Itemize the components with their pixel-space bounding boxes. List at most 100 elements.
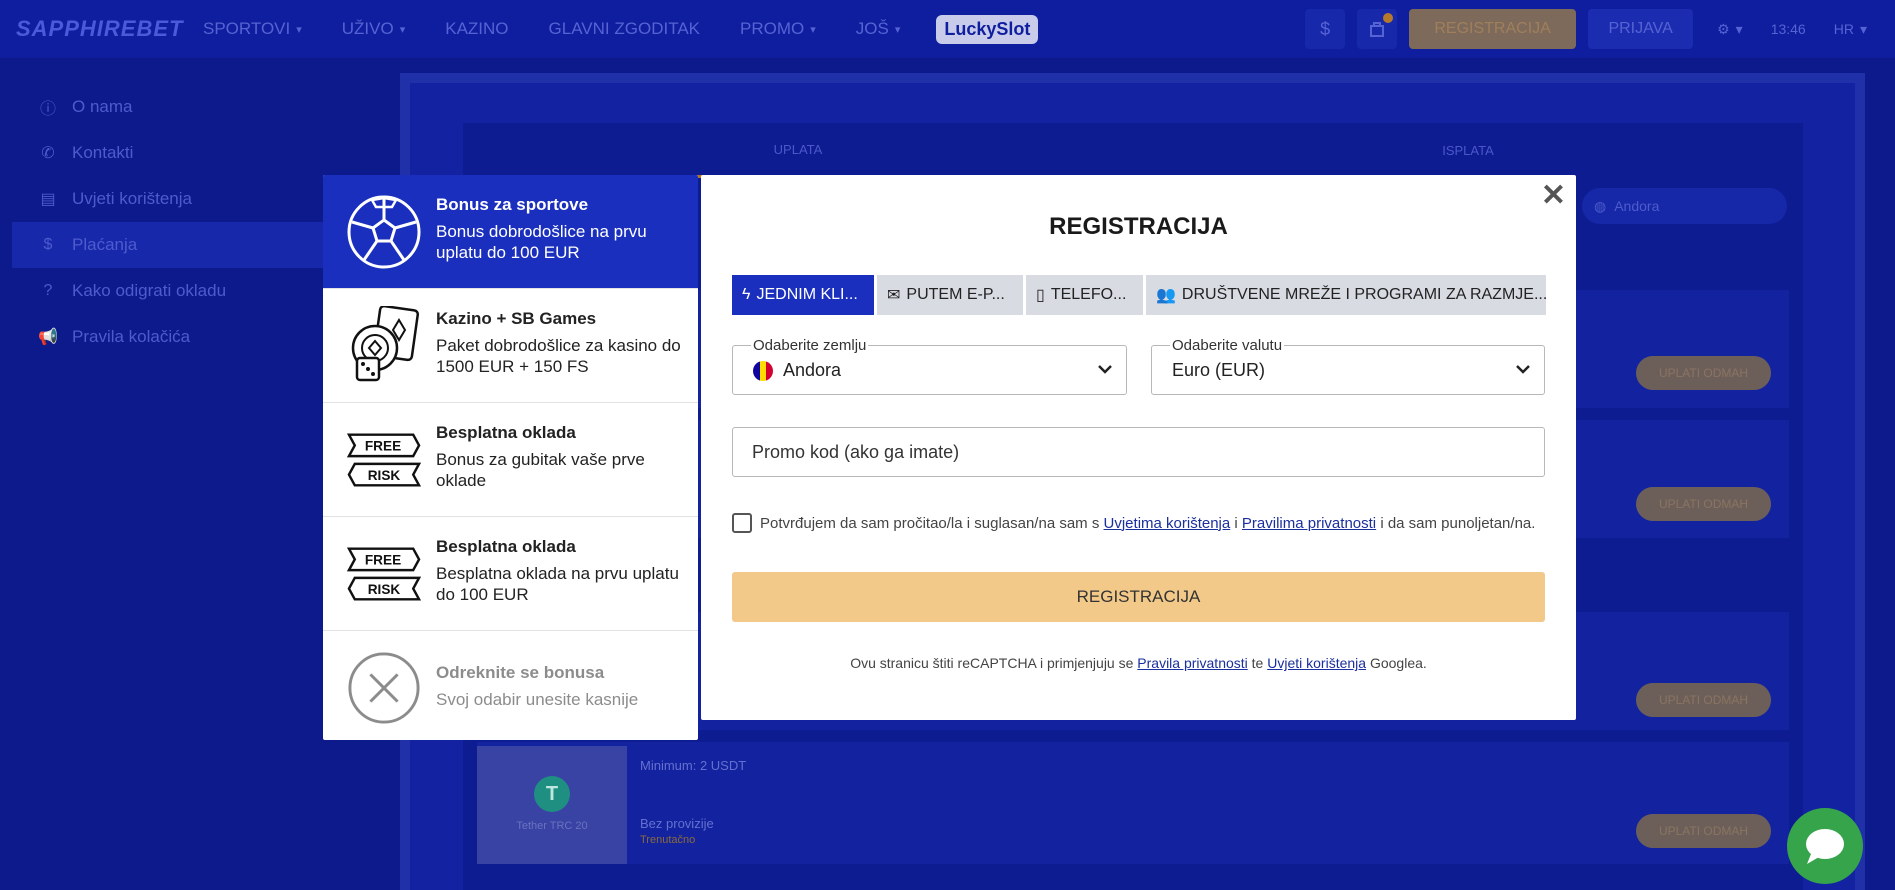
free-label: FREE: [365, 553, 401, 568]
sidebar-item-payments[interactable]: $ Plaćanja: [12, 222, 342, 268]
nav-item-jackpot[interactable]: GLAVNI ZGODITAK: [549, 19, 700, 39]
bonus-option-sports[interactable]: Bonus za sportove Bonus dobrodošlice na …: [323, 175, 698, 289]
lightning-icon: ϟ: [742, 286, 751, 303]
nav-item-sportovi[interactable]: SPORTOVI ▾: [203, 19, 302, 39]
bonus-title: Besplatna oklada: [436, 423, 576, 442]
phone-icon: ▯: [1036, 287, 1045, 304]
settings-dropdown[interactable]: ⚙ ▾: [1717, 21, 1743, 38]
country-filter[interactable]: ◍ Andora: [1582, 188, 1787, 224]
globe-icon: ◍: [1594, 197, 1607, 214]
lucky-slot-badge[interactable]: LuckySlot: [936, 14, 1039, 44]
question-icon: ?: [43, 282, 53, 299]
promo-code-input[interactable]: Promo kod (ako ga imate): [732, 427, 1545, 477]
processing-time-label: Trenutačno: [640, 834, 696, 846]
currency-select[interactable]: Odaberite valutu Euro (EUR): [1151, 337, 1545, 395]
language-selector[interactable]: HR ▾: [1834, 21, 1867, 38]
casino-chips-icon: [347, 306, 421, 383]
deposit-now-button[interactable]: UPLATI ODMAH: [1636, 814, 1771, 848]
header-login-button[interactable]: PRIJAVA: [1588, 9, 1694, 49]
register-button[interactable]: REGISTRACIJA: [732, 572, 1545, 622]
dollar-icon[interactable]: $: [1305, 9, 1346, 49]
payment-tabs: UPLATA ISPLATA: [463, 123, 1803, 178]
registration-modal: ✕ REGISTRACIJA ϟ JEDNIM KLI... ✉ PUTEM E-P…: [701, 175, 1576, 720]
bonus-option-casino[interactable]: Kazino + SB Games Paket dobrodošlice za …: [323, 289, 698, 403]
bonus-selection-panel: Bonus za sportove Bonus dobrodošlice na …: [323, 175, 698, 740]
nav-item-promo[interactable]: PROMO ▾: [740, 19, 816, 39]
header-register-button[interactable]: REGISTRACIJA: [1409, 9, 1577, 49]
bonus-description: Paket dobrodošlice za kasino do 1500 EUR…: [436, 336, 681, 376]
free-label: FREE: [365, 439, 401, 454]
people-icon: 👥: [1156, 287, 1176, 304]
bonus-title: Besplatna oklada: [436, 537, 576, 556]
privacy-link[interactable]: Pravilima privatnosti: [1242, 515, 1376, 532]
bonus-title: Kazino + SB Games: [436, 309, 597, 328]
sidebar-item-contacts[interactable]: ✆ Kontakti: [12, 130, 342, 176]
bonus-title: Bonus za sportove: [436, 195, 589, 214]
deposit-now-button[interactable]: UPLATI ODMAH: [1636, 487, 1771, 521]
top-navigation-bar: SAPPHIREBET SPORTOVI ▾ UŽIVO ▾ KAZINO GLAV…: [0, 0, 1895, 58]
document-icon: ▤: [40, 191, 56, 208]
sidebar-item-terms[interactable]: ▤ Uvjeti korištenja: [12, 176, 342, 222]
tab-phone[interactable]: ▯ TELEFO...: [1026, 275, 1143, 315]
notification-badge: [1383, 13, 1394, 23]
nav-item-more[interactable]: JOŠ ▾: [856, 19, 901, 39]
close-icon[interactable]: ✕: [1541, 181, 1566, 211]
tab-withdraw[interactable]: ISPLATA: [1133, 123, 1803, 178]
tab-email[interactable]: ✉ PUTEM E-P...: [877, 275, 1023, 315]
clock: 13:46: [1770, 21, 1806, 37]
country-select-label: Odaberite zemlju: [751, 337, 869, 354]
currency-select-label: Odaberite valutu: [1170, 337, 1285, 354]
free-risk-icon: FREE RISK: [347, 537, 421, 611]
terms-checkbox[interactable]: [732, 513, 752, 533]
top-right-controls: $ REGISTRACIJA PRIJAVA ⚙ ▾ 13:46 HR ▾: [1305, 0, 1895, 58]
chat-button[interactable]: [1787, 808, 1863, 884]
gear-icon: ⚙: [1717, 20, 1730, 37]
info-icon: ⓘ: [39, 101, 56, 118]
tab-one-click[interactable]: ϟ JEDNIM KLI...: [732, 275, 874, 315]
site-logo[interactable]: SAPPHIREBET: [16, 16, 183, 42]
country-select[interactable]: Odaberite zemlju Andora: [732, 337, 1127, 395]
bonus-option-freebet-deposit[interactable]: FREE RISK Besplatna oklada Besplatna okl…: [323, 517, 698, 631]
tether-card: T Tether TRC 20: [477, 746, 627, 864]
risk-label: RISK: [368, 582, 401, 597]
sidebar-item-about[interactable]: ⓘ O nama: [12, 84, 342, 130]
chevron-down-icon: [1098, 365, 1112, 374]
recaptcha-privacy-link[interactable]: Pravila privatnosti: [1137, 655, 1248, 671]
nav-item-kazino[interactable]: KAZINO: [445, 19, 508, 39]
terms-consent: Potvrđujem da sam pročitao/la i suglasan…: [732, 513, 1552, 533]
chevron-down-icon: ▾: [810, 23, 816, 36]
andorra-flag-icon: [753, 360, 773, 381]
betslip-icon[interactable]: [1357, 9, 1398, 49]
megaphone-icon: 📢: [38, 329, 58, 346]
tab-deposit[interactable]: UPLATA: [463, 123, 1133, 178]
sidebar-item-cookies[interactable]: 📢 Pravila kolačića: [12, 314, 342, 360]
main-nav: SPORTOVI ▾ UŽIVO ▾ KAZINO GLAVNI ZGODITAK …: [203, 0, 1039, 58]
bonus-option-freebet-loss[interactable]: FREE RISK Besplatna oklada Bonus za gubi…: [323, 403, 698, 517]
envelope-icon: ✉: [887, 287, 901, 304]
commission-label: Bez provizije: [640, 816, 714, 831]
deposit-now-button[interactable]: UPLATI ODMAH: [1636, 683, 1771, 717]
soccer-ball-icon: [347, 195, 421, 269]
risk-label: RISK: [368, 468, 401, 483]
tab-social[interactable]: 👥 DRUŠTVENE MREŽE I PROGRAMI ZA RAZMJE...: [1146, 275, 1546, 315]
bonus-title: Odreknite se bonusa: [436, 663, 605, 682]
sidebar-item-how-to-bet[interactable]: ? Kako odigrati okladu: [12, 268, 342, 314]
dollar-icon: $: [43, 236, 53, 253]
recaptcha-terms-link[interactable]: Uvjeti korištenja: [1267, 655, 1366, 671]
sidebar: ⓘ O nama ✆ Kontakti ▤ Uvjeti korištenja $ Pl…: [12, 84, 342, 384]
promo-code-placeholder: Promo kod (ako ga imate): [752, 442, 960, 462]
nav-item-uzivo[interactable]: UŽIVO ▾: [342, 19, 405, 39]
deposit-now-button[interactable]: UPLATI ODMAH: [1636, 356, 1771, 390]
bonus-description: Svoj odabir unesite kasnije: [436, 690, 639, 709]
bonus-description: Bonus dobrodošlice na prvu uplatu do 100…: [436, 222, 647, 262]
chevron-down-icon: ▾: [894, 23, 901, 36]
country-select-value: Andora: [783, 360, 842, 380]
currency-select-value: Euro (EUR): [1172, 360, 1266, 380]
bonus-description: Besplatna oklada na prvu uplatu do 100 E…: [436, 564, 679, 604]
bonus-option-decline[interactable]: Odreknite se bonusa Svoj odabir unesite …: [323, 631, 698, 740]
minimum-label: Minimum: 2 USDT: [640, 758, 747, 773]
chevron-down-icon: ▾: [1859, 20, 1867, 37]
bonus-description: Bonus za gubitak vaše prve oklade: [436, 450, 645, 490]
decline-icon: [347, 651, 421, 725]
terms-link[interactable]: Uvjetima korištenja: [1104, 515, 1231, 532]
